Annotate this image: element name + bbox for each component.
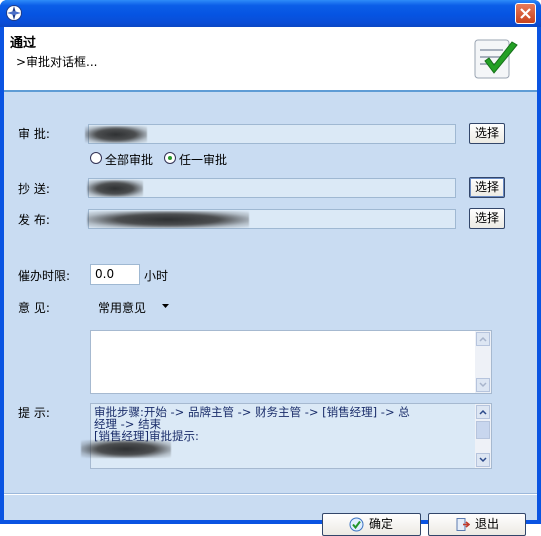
deadline-label: 催办时限: (18, 269, 71, 283)
dialog-header: 通过 >审批对话框... (4, 27, 537, 90)
approval-select-button[interactable]: 选择 (469, 123, 505, 144)
deadline-input[interactable]: 0.0 (90, 264, 140, 285)
publish-field[interactable] (87, 209, 456, 229)
dialog-title: 通过 (10, 36, 37, 51)
approval-field[interactable] (85, 124, 456, 144)
opinion-textarea[interactable] (90, 330, 492, 394)
hint-label: 提 示: (18, 406, 50, 420)
close-button[interactable] (515, 3, 536, 24)
hint-scroll-up-button[interactable] (476, 405, 490, 419)
arrow-down-icon (479, 382, 487, 388)
close-icon (520, 8, 531, 19)
radio-any-label: 任一审批 (179, 153, 228, 167)
cc-label: 抄 送: (18, 182, 50, 196)
arrow-up-icon (479, 409, 487, 415)
exit-label: 退出 (475, 517, 500, 531)
deadline-unit: 小时 (144, 269, 169, 283)
dialog-subtitle: >审批对话框... (16, 55, 98, 69)
opinion-label: 意 见: (18, 301, 50, 315)
hint-scrollbar[interactable] (475, 404, 491, 468)
arrow-up-icon (479, 336, 487, 342)
check-icon (349, 517, 364, 532)
approval-label: 审 批: (18, 127, 50, 141)
chevron-down-icon (162, 304, 169, 308)
app-compass-icon (6, 5, 22, 21)
opinion-scrollbar[interactable] (475, 331, 491, 393)
scroll-up-button[interactable] (476, 332, 490, 346)
cc-field[interactable] (87, 178, 456, 198)
exit-button[interactable]: 退出 (428, 513, 526, 536)
hint-text: 审批步骤:开始 -> 品牌主管 -> 财务主管 -> [销售经理] -> 总 经… (94, 406, 474, 442)
exit-door-icon (456, 518, 470, 531)
common-opinion-dropdown[interactable]: 常用意见 (98, 298, 178, 315)
hint-scroll-thumb[interactable] (476, 421, 490, 439)
common-opinion-label: 常用意见 (98, 301, 147, 315)
ok-button[interactable]: 确定 (322, 513, 421, 536)
publish-select-button[interactable]: 选择 (469, 208, 505, 229)
ok-label: 确定 (369, 517, 394, 531)
footer-divider-highlight (4, 494, 537, 495)
form-area: 审 批: 选择 全部审批 任一审批 抄 送: 选择 发 布: 选择 催办时限: … (4, 90, 537, 536)
client-area: 通过 >审批对话框... 审 批: 选择 全部审批 任一审批 抄 送: 选择 发… (4, 27, 537, 536)
cc-select-button[interactable]: 选择 (469, 177, 505, 198)
scroll-down-button[interactable] (476, 378, 490, 392)
hint-textarea[interactable]: 审批步骤:开始 -> 品牌主管 -> 财务主管 -> [销售经理] -> 总 经… (81, 403, 492, 469)
publish-label: 发 布: (18, 213, 50, 227)
dialog-window: 通过 >审批对话框... 审 批: 选择 全部审批 任一审批 抄 送: 选择 发… (0, 0, 541, 536)
hint-scroll-down-button[interactable] (476, 453, 490, 467)
radio-any-approve[interactable] (164, 152, 176, 164)
approve-checkmark-icon (474, 39, 518, 79)
approval-mode-group: 全部审批 任一审批 (90, 152, 290, 167)
arrow-down-icon (479, 457, 487, 463)
title-bar[interactable] (0, 0, 541, 27)
radio-all-approve[interactable] (90, 152, 102, 164)
radio-all-label: 全部审批 (105, 153, 154, 167)
